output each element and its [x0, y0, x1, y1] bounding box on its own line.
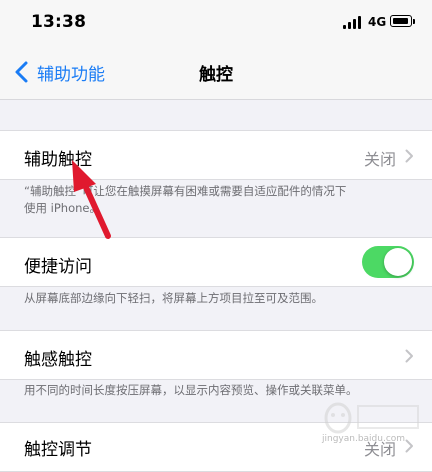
reachability-label: 便捷访问 [24, 257, 92, 277]
network-type: 4G [368, 15, 387, 29]
reachability-row: 便捷访问 [0, 237, 432, 287]
chevron-right-icon [405, 149, 413, 163]
status-time: 13:38 [31, 12, 87, 32]
battery-tip [413, 19, 415, 24]
toggle-knob [384, 248, 412, 276]
reachability-toggle[interactable] [362, 246, 414, 278]
haptic-touch-label: 触感触控 [24, 350, 92, 370]
status-bar: 13:38 4G [0, 0, 432, 44]
reachability-footnote: 从屏幕底部边缘向下轻扫，将屏幕上方项目拉至可及范围。 [24, 291, 323, 305]
chevron-right-icon [405, 349, 413, 363]
assistive-touch-row[interactable]: 辅助触控 关闭 [0, 130, 432, 180]
assistive-touch-footnote-line2: 使用 iPhone。 [24, 201, 101, 215]
watermark-text: jingyan.baidu.com [322, 434, 406, 444]
battery-icon [390, 15, 412, 27]
touch-accommodations-label: 触控调节 [24, 440, 92, 460]
navigation-bar: 辅助功能 触控 [0, 44, 432, 100]
assistive-touch-value: 关闭 [363, 150, 396, 169]
assistive-touch-footnote: “辅助触控”可让您在触摸屏幕有困难或需要自适应配件的情况下 使用 iPhone。 [24, 183, 404, 217]
haptic-touch-row[interactable]: 触感触控 [0, 330, 432, 380]
assistive-touch-footnote-line1: “辅助触控”可让您在触摸屏幕有困难或需要自适应配件的情况下 [24, 184, 347, 198]
signal-strength-icon [343, 16, 363, 29]
assistive-touch-label: 辅助触控 [24, 150, 92, 170]
page-title: 触控 [199, 65, 233, 85]
